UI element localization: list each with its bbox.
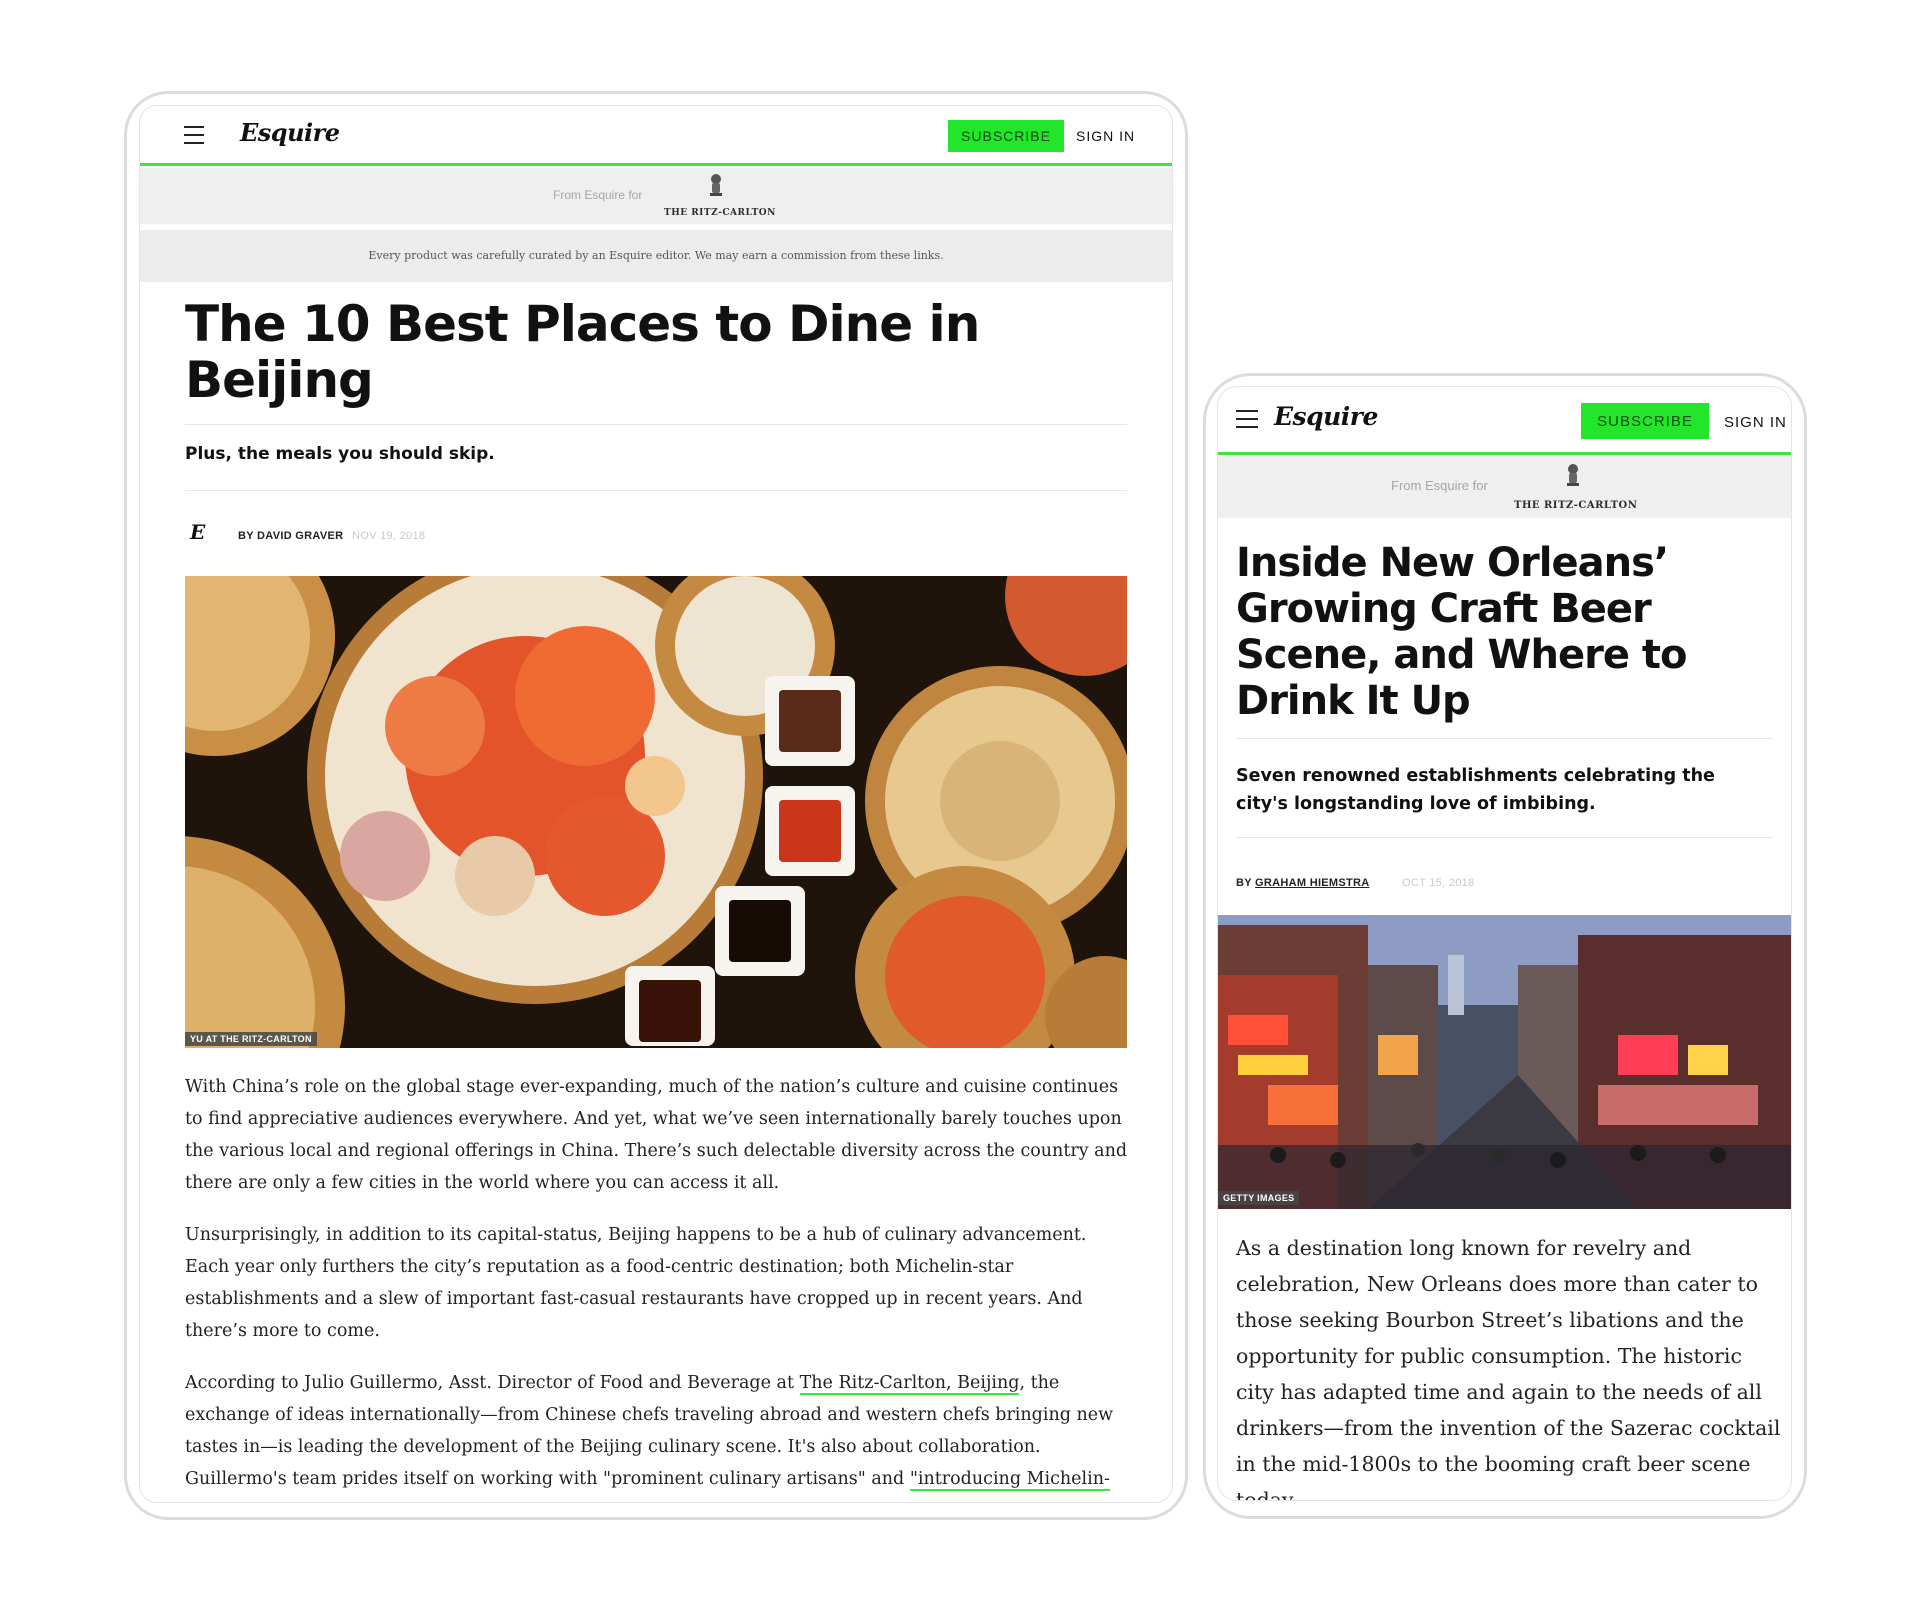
sponsor-bar: From Esquire for THE RITZ-CARLTON	[1218, 456, 1791, 518]
headline-line-2: Growing Craft Beer	[1236, 586, 1652, 632]
headline-line-2: Beijing	[185, 351, 374, 409]
article-body: With China’s role on the global stage ev…	[185, 1071, 1130, 1495]
article-headline: The 10 Best Places to Dine in Beijing	[185, 296, 1145, 408]
hamburger-icon[interactable]	[184, 126, 204, 150]
nav-divider	[140, 163, 1172, 166]
sign-in-link[interactable]: SIGN IN	[1724, 414, 1787, 431]
body-paragraph-1: As a destination long known for revelry …	[1236, 1236, 1781, 1501]
sponsor-from-label: From Esquire for	[1391, 478, 1488, 493]
sign-in-link[interactable]: SIGN IN	[1076, 128, 1135, 144]
byline-prefix: BY	[1236, 877, 1256, 889]
subscribe-button[interactable]: SUBSCRIBE	[1581, 403, 1709, 439]
dek-rule	[1236, 837, 1773, 838]
article-headline: Inside New Orleans’ Growing Craft Beer S…	[1236, 540, 1781, 724]
headline-rule	[1236, 738, 1773, 739]
author-link[interactable]: GRAHAM HIEMSTRA	[1255, 877, 1370, 889]
ritz-carlton-name: THE RITZ-CARLTON	[1514, 500, 1638, 511]
article-dek: Seven renowned establishments celebratin…	[1236, 766, 1715, 814]
subscribe-button[interactable]: SUBSCRIBE	[948, 120, 1064, 152]
article-body: As a destination long known for revelry …	[1236, 1230, 1781, 1501]
lion-crest-icon	[710, 174, 722, 196]
byline[interactable]: BY DAVID GRAVER	[238, 530, 343, 542]
body-paragraph-2: Unsurprisingly, in addition to its capit…	[185, 1225, 1087, 1341]
headline-line-1: Inside New Orleans’	[1236, 540, 1669, 586]
sponsor-from-label: From Esquire for	[553, 188, 643, 202]
publish-date: OCT 15, 2018	[1402, 877, 1475, 889]
byline: BY GRAHAM HIEMSTRA	[1236, 877, 1370, 889]
headline-rule	[185, 424, 1127, 425]
publish-date: NOV 19, 2018	[352, 530, 426, 542]
sponsor-bar: From Esquire for THE RITZ-CARLTON	[140, 168, 1172, 224]
author-badge: E	[190, 520, 205, 544]
commission-disclaimer-bar: Every product was carefully curated by a…	[140, 230, 1172, 282]
bourbon-street-illustration	[1218, 915, 1791, 1209]
ritz-beijing-link[interactable]: The Ritz-Carlton, Beijing	[799, 1373, 1020, 1395]
lion-crest-icon	[1567, 464, 1579, 486]
ritz-carlton-name: THE RITZ-CARLTON	[664, 208, 776, 218]
commission-disclaimer: Every product was carefully curated by a…	[368, 249, 944, 262]
esquire-logo[interactable]: Esquire	[240, 118, 340, 147]
article-dek: Plus, the meals you should skip.	[185, 444, 495, 464]
esquire-logo[interactable]: Esquire	[1274, 402, 1378, 431]
dek-rule	[185, 490, 1127, 491]
p3-text-1: According to Julio Guillermo, Asst. Dire…	[185, 1373, 800, 1393]
headline-line-4: Drink It Up	[1236, 678, 1471, 724]
headline-line-3: Scene, and Where to	[1236, 632, 1688, 678]
body-paragraph-1: With China’s role on the global stage ev…	[185, 1077, 1128, 1193]
hero-image-dim-sum: YU AT THE RITZ-CARLTON	[185, 576, 1127, 1048]
phone-screen: Esquire SUBSCRIBE SIGN IN From Esquire f…	[1217, 386, 1792, 1501]
hero-image-bourbon-street: GETTY IMAGES	[1218, 915, 1791, 1209]
image-credit: GETTY IMAGES	[1218, 1191, 1300, 1205]
dim-sum-illustration	[185, 576, 1127, 1048]
image-credit: YU AT THE RITZ-CARLTON	[185, 1032, 317, 1046]
michelin-link[interactable]: "introducing Michelin-	[909, 1469, 1110, 1491]
headline-line-1: The 10 Best Places to Dine in	[185, 295, 980, 353]
tablet-screen: Esquire SUBSCRIBE SIGN IN From Esquire f…	[139, 105, 1173, 1503]
hamburger-icon[interactable]	[1236, 410, 1258, 434]
nav-divider	[1218, 452, 1791, 455]
body-paragraph-3: According to Julio Guillermo, Asst. Dire…	[185, 1367, 1130, 1495]
